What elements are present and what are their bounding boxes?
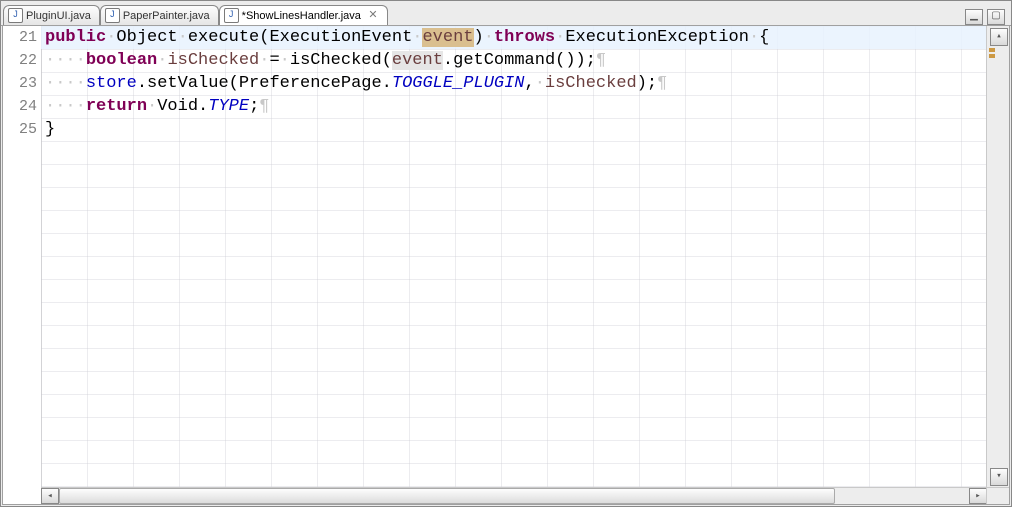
line-number[interactable]: 21	[3, 26, 41, 49]
line-number[interactable]: 23	[3, 72, 41, 95]
maximize-button[interactable]: ▢	[987, 9, 1005, 25]
tab-showlineshandler[interactable]: J *ShowLinesHandler.java ✕	[219, 5, 388, 25]
token: ·	[259, 51, 269, 70]
scroll-left-icon[interactable]: ◂	[41, 488, 59, 504]
token: ExecutionException	[565, 28, 749, 47]
token: .getCommand());	[443, 51, 596, 70]
token: {	[759, 28, 769, 47]
scroll-track[interactable]	[59, 488, 969, 504]
token: boolean	[86, 51, 157, 70]
token: ¶	[259, 97, 269, 116]
vertical-scrollbar[interactable]: ▴ ▾	[986, 26, 1009, 488]
token: ·	[749, 28, 759, 47]
line-number[interactable]: 25	[3, 118, 41, 141]
token: TOGGLE_PLUGIN	[392, 74, 525, 93]
scroll-thumb[interactable]	[59, 488, 835, 504]
token: .setValue(PreferencePage.	[137, 74, 392, 93]
code-line[interactable]: public·Object·execute(ExecutionEvent·eve…	[41, 26, 987, 49]
scroll-up-icon[interactable]: ▴	[990, 28, 1008, 46]
tab-bar: J PluginUI.java J PaperPainter.java J *S…	[1, 1, 1011, 26]
scroll-down-icon[interactable]: ▾	[990, 468, 1008, 486]
token: }	[45, 120, 55, 139]
token: ·	[157, 51, 167, 70]
tab-paperpainter[interactable]: J PaperPainter.java	[100, 5, 219, 25]
close-icon[interactable]: ✕	[367, 10, 379, 22]
overview-marker[interactable]	[989, 48, 995, 52]
token: public	[45, 28, 106, 47]
token: event	[392, 51, 443, 70]
token: ·	[106, 28, 116, 47]
token: Void.	[157, 97, 208, 116]
token: ····	[45, 51, 86, 70]
token: );	[637, 74, 657, 93]
token: isChecked	[167, 51, 259, 70]
line-number[interactable]: 22	[3, 49, 41, 72]
token: isChecked(	[290, 51, 392, 70]
editor-area: 2122232425 public·Object·execute(Executi…	[2, 25, 1010, 505]
tab-label: PaperPainter.java	[123, 10, 210, 22]
token: TYPE	[208, 97, 249, 116]
tab-label: *ShowLinesHandler.java	[242, 10, 361, 22]
code-line[interactable]: ····boolean·isChecked·=·isChecked(event.…	[41, 49, 987, 72]
token: ¶	[596, 51, 606, 70]
token: =	[269, 51, 279, 70]
token: ·	[535, 74, 545, 93]
token: ·	[484, 28, 494, 47]
scroll-right-icon[interactable]: ▸	[969, 488, 987, 504]
scroll-corner	[986, 487, 1009, 504]
token: ·	[147, 97, 157, 116]
token: ·	[412, 28, 422, 47]
token: ;	[249, 97, 259, 116]
token: ¶	[657, 74, 667, 93]
token: return	[86, 97, 147, 116]
java-file-icon: J	[224, 8, 239, 23]
code-line[interactable]: ····store.setValue(PreferencePage.TOGGLE…	[41, 72, 987, 95]
token: execute(ExecutionEvent	[188, 28, 412, 47]
token: ·	[280, 51, 290, 70]
tab-pluginui[interactable]: J PluginUI.java	[3, 5, 100, 25]
minimize-button[interactable]: ▁	[965, 9, 983, 25]
token: Object	[116, 28, 177, 47]
overview-marker[interactable]	[989, 54, 995, 58]
window-buttons: ▁ ▢	[965, 9, 1009, 25]
code-area[interactable]: public·Object·execute(ExecutionEvent·eve…	[41, 26, 987, 488]
token: ····	[45, 74, 86, 93]
line-number-gutter[interactable]: 2122232425	[3, 26, 42, 488]
token: )	[474, 28, 484, 47]
java-file-icon: J	[105, 8, 120, 23]
token: store	[86, 74, 137, 93]
token: ·	[178, 28, 188, 47]
java-file-icon: J	[8, 8, 23, 23]
token: ·	[555, 28, 565, 47]
horizontal-scrollbar[interactable]: ◂ ▸	[41, 487, 987, 504]
token: event	[422, 28, 473, 47]
editor-window: J PluginUI.java J PaperPainter.java J *S…	[0, 0, 1012, 507]
token: ····	[45, 97, 86, 116]
code-line[interactable]: ····return·Void.TYPE;¶	[41, 95, 987, 118]
line-number[interactable]: 24	[3, 95, 41, 118]
token: throws	[494, 28, 555, 47]
code-line[interactable]: }	[41, 118, 987, 141]
token: isChecked	[545, 74, 637, 93]
tab-label: PluginUI.java	[26, 10, 91, 22]
token: ,	[525, 74, 535, 93]
